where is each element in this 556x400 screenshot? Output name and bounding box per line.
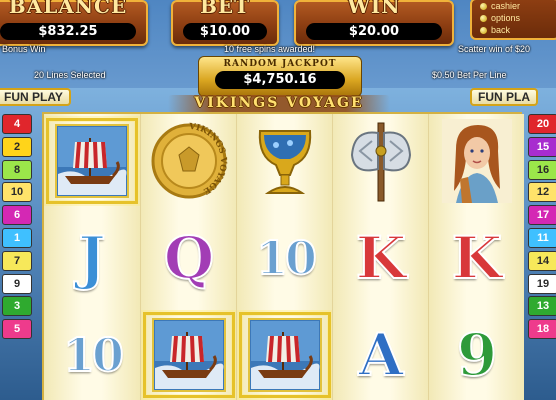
win-label: WIN [347,0,401,18]
battle-axe-icon [333,116,429,206]
jackpot-value: $4,750.16 [215,71,345,89]
balance-panel: BALANCE $832.25 [0,0,148,46]
viking-ship-icon [44,116,140,206]
bet-per-line: $0.50 Bet Per Line [432,70,507,80]
symbol-10: 10 [237,213,333,303]
side-menu: cashier options back [470,0,556,40]
paylines-right: 20 15 16 12 17 11 14 19 13 18 [528,114,556,342]
bet-label: BET [199,0,251,18]
reel-4: KA [332,114,428,400]
payline-button-2[interactable]: 2 [2,136,32,157]
payline-button-6[interactable]: 6 [2,205,32,226]
payline-button-14[interactable]: 14 [528,250,556,271]
payline-button-7[interactable]: 7 [2,250,32,271]
payline-button-20[interactable]: 20 [528,114,556,134]
reel-3: 10 [236,114,332,400]
symbol-10: 10 [44,310,140,400]
gold-coin-icon: VIKINGS VOYAGE [141,116,237,206]
symbol-9: 9 [429,310,525,400]
symbol-a: A [333,310,429,400]
bet-panel[interactable]: BET $10.00 [171,0,279,46]
win-panel: WIN $20.00 [294,0,454,46]
payline-button-10[interactable]: 10 [2,182,32,203]
golden-goblet-icon [237,116,333,206]
viking-ship-icon [237,310,333,400]
payline-button-18[interactable]: 18 [528,319,556,340]
reel-grid[interactable]: J 10 VIKINGS VOYAGE Q 10 KA K9 [42,112,524,400]
symbol-q: Q [141,213,237,303]
payline-button-16[interactable]: 16 [528,159,556,180]
lines-selected: 20 Lines Selected [34,70,106,80]
reel-5: K9 [428,114,524,400]
symbol-glyph: J [77,224,106,292]
random-jackpot: RANDOM JACKPOT $4,750.16 [198,56,362,97]
menu-cashier[interactable]: cashier [480,0,556,12]
viking-woman-icon [429,116,525,206]
fun-play-badge-left: FUN PLAY [0,88,71,106]
bullet-icon [480,2,487,10]
payline-button-3[interactable]: 3 [2,296,32,317]
payline-button-9[interactable]: 9 [2,273,32,294]
payline-button-17[interactable]: 17 [528,205,556,226]
reel-1: J 10 [44,114,140,400]
payline-button-11[interactable]: 11 [528,227,556,248]
payline-button-8[interactable]: 8 [2,159,32,180]
message-left: Bonus Win [2,44,46,54]
symbol-glyph: 10 [62,328,125,382]
balance-label: BALANCE [8,0,128,18]
payline-button-12[interactable]: 12 [528,182,556,203]
jackpot-label: RANDOM JACKPOT [223,59,337,69]
fun-play-badge-right: FUN PLA [470,88,538,106]
payline-button-4[interactable]: 4 [2,114,32,134]
symbol-glyph: A [357,321,404,389]
menu-back[interactable]: back [480,24,556,36]
bullet-icon [480,14,487,22]
reel-2: VIKINGS VOYAGE Q [140,114,236,400]
symbol-glyph: 9 [456,321,498,389]
symbol-glyph: K [451,224,503,292]
payline-button-15[interactable]: 15 [528,136,556,157]
payline-button-13[interactable]: 13 [528,296,556,317]
symbol-glyph: Q [163,224,216,292]
message-right: Scatter win of $20 [458,44,531,54]
symbol-glyph: K [355,224,407,292]
win-value: $20.00 [306,23,442,40]
paylines-left: 4 2 8 10 6 1 7 9 3 5 [2,114,32,342]
menu-options[interactable]: options [480,12,556,24]
symbol-k: K [333,213,429,303]
viking-ship-icon [141,310,237,400]
payline-button-19[interactable]: 19 [528,273,556,294]
symbol-k: K [429,213,525,303]
payline-button-1[interactable]: 1 [2,227,32,248]
payline-button-5[interactable]: 5 [2,319,32,340]
symbol-j: J [44,213,140,303]
message-center: 10 free spins awarded! [224,44,316,54]
balance-value: $832.25 [0,23,136,40]
bullet-icon [480,26,487,34]
bet-value: $10.00 [183,23,267,40]
symbol-glyph: 10 [255,231,318,285]
